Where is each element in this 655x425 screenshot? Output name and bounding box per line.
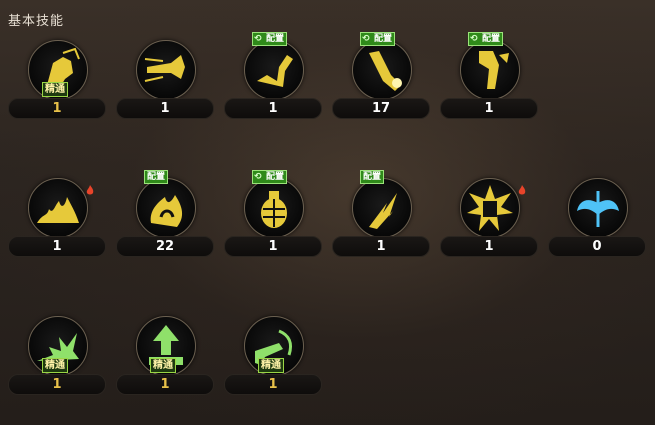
count-bar: 1 — [440, 98, 538, 119]
count-bar: 1 — [116, 98, 214, 119]
skill-2-5[interactable]: 1 — [432, 176, 540, 260]
skill-count: 1 — [52, 101, 62, 116]
count-bar: 22 — [116, 236, 214, 257]
skill-2-3[interactable]: ⟲ 配置 1 — [216, 170, 324, 260]
count-bar: 1 — [8, 236, 106, 257]
skill-row: 精通 1 精通 1 精通 1 — [0, 314, 655, 399]
panel-title: 基本技能 — [8, 14, 65, 29]
count-bar: 0 — [548, 236, 646, 257]
skill-3-3[interactable]: 精通 1 — [216, 314, 324, 398]
skill-icon[interactable]: 精通 — [28, 316, 88, 376]
mastery-tag: 精通 — [258, 358, 284, 373]
skill-icon[interactable]: 配置 — [136, 170, 196, 238]
skill-count: 1 — [268, 101, 278, 116]
flame-icon — [518, 180, 526, 195]
blaze-icon — [136, 178, 196, 238]
config-label: 配置 — [363, 172, 382, 182]
fire-icon — [28, 178, 88, 238]
skill-count: 1 — [376, 239, 386, 254]
skill-count: 1 — [160, 101, 170, 116]
skill-icon[interactable]: 精通 — [136, 316, 196, 376]
skill-row: 1 配置 22 ⟲ 配置 1 配置 1 1 0 — [0, 170, 655, 261]
skill-1-2[interactable]: 1 — [108, 38, 216, 122]
count-bar: 1 — [116, 374, 214, 395]
skill-count: 1 — [484, 101, 494, 116]
skill-1-4[interactable]: ⟲ 配置 17 — [324, 32, 432, 122]
grenade-icon — [244, 178, 304, 238]
skill-icon[interactable] — [136, 40, 196, 100]
skill-count: 1 — [52, 239, 62, 254]
strike-icon — [352, 40, 412, 100]
skill-1-1[interactable]: 精通 1 — [0, 38, 108, 122]
skill-count: 1 — [52, 377, 62, 392]
skill-icon[interactable] — [460, 178, 526, 238]
config-label: 配置 — [266, 172, 285, 182]
config-label: 配置 — [147, 172, 166, 182]
mastery-tag: 精通 — [150, 358, 176, 373]
config-badge: ⟲ 配置 — [252, 170, 288, 184]
skill-count: 1 — [484, 239, 494, 254]
skill-2-1[interactable]: 1 — [0, 176, 108, 260]
skill-icon[interactable]: 精通 — [244, 316, 304, 376]
skill-icon[interactable]: 精通 — [28, 40, 88, 100]
count-bar: 1 — [8, 374, 106, 395]
burst-icon — [460, 178, 520, 238]
skill-count: 1 — [268, 239, 278, 254]
mastery-tag: 精通 — [42, 358, 68, 373]
skill-2-6[interactable]: 0 — [540, 176, 648, 260]
skill-icon[interactable]: ⟲ 配置 — [244, 170, 304, 238]
config-label: 配置 — [266, 34, 285, 44]
skill-count: 22 — [155, 239, 175, 254]
slash-icon — [352, 178, 412, 238]
skill-1-3[interactable]: ⟲ 配置 1 — [216, 32, 324, 122]
skill-icon[interactable]: ⟲ 配置 — [352, 32, 412, 100]
count-bar: 1 — [332, 236, 430, 257]
skill-3-1[interactable]: 精通 1 — [0, 314, 108, 398]
skill-panel: 基本技能 精通 1 1 ⟲ 配置 1 ⟲ 配置 17 ⟲ 配置 1 1 配置 22 ⟲ 配置 1 配置 1 1 0 精通 1 精… — [0, 0, 655, 425]
count-bar: 1 — [224, 98, 322, 119]
skill-icon[interactable]: 配置 — [352, 170, 412, 238]
skill-count: 1 — [268, 377, 278, 392]
skill-2-4[interactable]: 配置 1 — [324, 170, 432, 260]
kick-icon — [244, 40, 304, 100]
flame-icon — [86, 180, 94, 195]
count-bar: 1 — [224, 236, 322, 257]
skill-row: 精通 1 1 ⟲ 配置 1 ⟲ 配置 17 ⟲ 配置 1 — [0, 32, 655, 123]
skill-icon[interactable] — [568, 178, 628, 238]
skill-3-2[interactable]: 精通 1 — [108, 314, 216, 398]
config-label: 配置 — [374, 34, 393, 44]
dash-icon — [136, 40, 196, 100]
mastery-tag: 精通 — [42, 82, 68, 97]
skill-2-2[interactable]: 配置 22 — [108, 170, 216, 260]
cycle-icon: ⟲ — [254, 34, 262, 44]
count-bar: 1 — [224, 374, 322, 395]
cycle-icon: ⟲ — [362, 34, 370, 44]
config-badge: ⟲ 配置 — [468, 32, 504, 46]
cycle-icon: ⟲ — [254, 172, 262, 182]
count-bar: 1 — [8, 98, 106, 119]
skill-count: 1 — [160, 377, 170, 392]
config-badge: ⟲ 配置 — [252, 32, 288, 46]
cycle-icon: ⟲ — [470, 34, 478, 44]
config-label: 配置 — [482, 34, 501, 44]
config-badge: 配置 — [360, 170, 385, 184]
count-bar: 1 — [440, 236, 538, 257]
config-badge: 配置 — [144, 170, 169, 184]
count-bar: 17 — [332, 98, 430, 119]
skill-icon[interactable]: ⟲ 配置 — [244, 32, 304, 100]
wing-icon — [568, 178, 628, 238]
skill-1-5[interactable]: ⟲ 配置 1 — [432, 32, 540, 122]
leg-icon — [460, 40, 520, 100]
skill-count: 0 — [592, 239, 602, 254]
skill-icon[interactable] — [28, 178, 94, 238]
skill-icon[interactable]: ⟲ 配置 — [460, 32, 520, 100]
skill-count: 17 — [371, 101, 391, 116]
config-badge: ⟲ 配置 — [360, 32, 396, 46]
